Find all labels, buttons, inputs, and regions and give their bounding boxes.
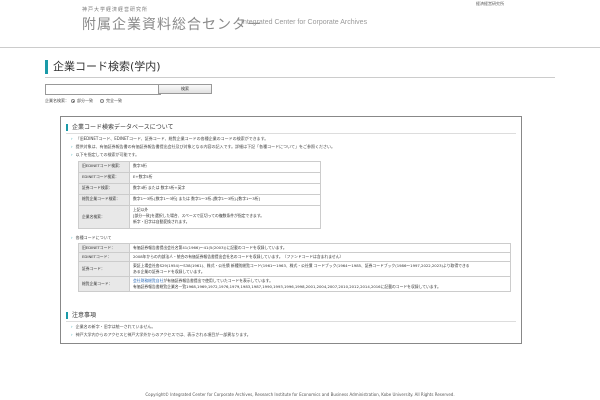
table-row: 総覧企業コード検索： 数字1～3桁-[数字1～3桁] または 数字1～3桁-[数… xyxy=(78,194,321,206)
search-button[interactable]: 検索 xyxy=(158,84,212,94)
field-name: 総覧企業コード検索： xyxy=(78,194,130,206)
field-name: 旧EDINETコード検索： xyxy=(78,161,130,173)
notes-heading: 注意事項 xyxy=(66,312,96,319)
table-row: 証券コード検索： 数字4桁 または 数字3桁+英字 xyxy=(78,183,321,195)
page-title: 企業コード検索(学内) xyxy=(45,60,161,74)
code-desc-line: ある企業の証券コードを収録しています。 xyxy=(133,269,205,274)
company-finance-link[interactable]: 会社財務総覧自社 xyxy=(133,278,163,283)
about-bullet: 以下を指定しての検索が可能です。 xyxy=(71,152,139,158)
field-name: EDINETコード検索： xyxy=(78,172,130,184)
institution-name: 神戸大学経済経営研究所 xyxy=(82,7,149,13)
about-heading: 企業コード検索データベースについて xyxy=(66,124,174,131)
field-name: 企業名検索： xyxy=(78,205,130,229)
about-bullet: 『旧EDINETコード、EDINETコード、証券コード、総覧企業コードの各種企業… xyxy=(71,136,269,142)
note-bullet: 神戸大学内からのアクセスと神戸大学外からのアクセスでは、表示される項目が一部異な… xyxy=(71,332,251,338)
about-divider xyxy=(66,133,516,134)
notes-divider xyxy=(66,321,516,322)
field-format: 数字4桁 または 数字3桁+英字 xyxy=(129,183,321,195)
code-desc-text: が有価証券報告書提出で使用していたコードを表示しています。 xyxy=(163,278,273,283)
code-name: EDINETコード： xyxy=(78,252,130,262)
field-name: 証券コード検索： xyxy=(78,183,130,195)
title-divider xyxy=(45,77,555,78)
field-format: 数字1～3桁-[数字1～3桁] または 数字1～3桁-[数字1～3桁]-[数字1… xyxy=(129,194,321,206)
header-divider xyxy=(0,47,600,48)
partial-match-label[interactable]: 部分一致 xyxy=(77,98,93,104)
table-row: EDINETコード： 2008年からの内部法人・統合の有価証券報告書提出会社名の… xyxy=(78,252,511,262)
codes-table: 旧EDINETコード： 有価証券報告書提出会社名第41(1966)～41(5(2… xyxy=(78,243,511,292)
partial-match-radio[interactable] xyxy=(71,99,75,103)
code-name: 総覧企業コード： xyxy=(78,276,130,292)
code-name: 旧EDINETコード： xyxy=(78,243,130,253)
table-row: EDINETコード検索： E+数字5桁 xyxy=(78,172,321,184)
exact-match-radio[interactable] xyxy=(100,99,104,103)
table-row: 旧EDINETコード検索： 数字5桁 xyxy=(78,161,321,173)
about-bullet: 提供対象は、有価証券報告書の有価証券報告書提出会社及び対象となる内容の記入です。… xyxy=(71,144,335,150)
table-row: 旧EDINETコード： 有価証券報告書提出会社名第41(1966)～41(5(2… xyxy=(78,243,511,253)
table-row: 総覧企業コード： 会社財務総覧自社が有価証券報告書提出で使用していたコードを表示… xyxy=(78,276,511,292)
center-title[interactable]: 附属企業資料総合センター xyxy=(82,14,262,34)
code-name: 証券コード： xyxy=(78,261,130,277)
code-desc: 有価証券報告書提出会社名第41(1966)～41(5(2003))に記載のコード… xyxy=(129,243,511,253)
code-desc: 2008年からの内部法人・統合の有価証券報告書提出会社名のコードを収録しています… xyxy=(129,252,511,262)
search-fields-table: 旧EDINETコード検索： 数字5桁 EDINETコード検索： E+数字5桁 証… xyxy=(78,161,321,229)
table-row: 証券コード： 東証上場会社各S29(1954)～S38(1961)、株式・公社債… xyxy=(78,261,511,277)
search-mode-label: 企業名検索： xyxy=(45,98,69,103)
field-format: E+数字5桁 xyxy=(129,172,321,184)
code-desc: 会社財務総覧自社が有価証券報告書提出で使用していたコードを表示しています。 有価… xyxy=(129,276,511,292)
field-format: 数字5桁 xyxy=(129,161,321,173)
field-format-line: 新字・旧字は自動変換されます。 xyxy=(133,219,190,224)
info-panel: 企業コード検索データベースについて 『旧EDINETコード、EDINETコード、… xyxy=(60,116,522,344)
search-input[interactable] xyxy=(45,84,161,95)
site-header: 神戸大学経済経営研究所 附属企業資料総合センター Integrated Cent… xyxy=(82,6,367,34)
field-format: 上記以外 [部分一致]を選択した場合、スペースで区切っての複数条件が指定できます… xyxy=(129,205,321,229)
note-bullet: 企業名の新字・旧字は統一されていません。 xyxy=(71,324,156,330)
top-link-rieb[interactable]: 経済経営研究所 xyxy=(476,1,504,7)
exact-match-label[interactable]: 完全一致 xyxy=(106,98,122,104)
code-desc-line: 有価証券報告書総覧企業名一覧1968,1969,1972,1976,1979,1… xyxy=(133,284,441,289)
code-desc: 東証上場会社各S29(1954)～S38(1961)、株式・公社債 新種別総覧コ… xyxy=(129,261,511,277)
table-row: 企業名検索： 上記以外 [部分一致]を選択した場合、スペースで区切っての複数条件… xyxy=(78,205,321,229)
copyright-footer: Copyright© Integrated Center for Corpora… xyxy=(145,392,455,397)
codes-heading: 各種コードについて xyxy=(71,235,112,241)
search-mode-group: 企業名検索： 部分一致 完全一致 xyxy=(45,98,122,104)
center-title-en: Integrated Center for Corporate Archives xyxy=(241,19,368,26)
